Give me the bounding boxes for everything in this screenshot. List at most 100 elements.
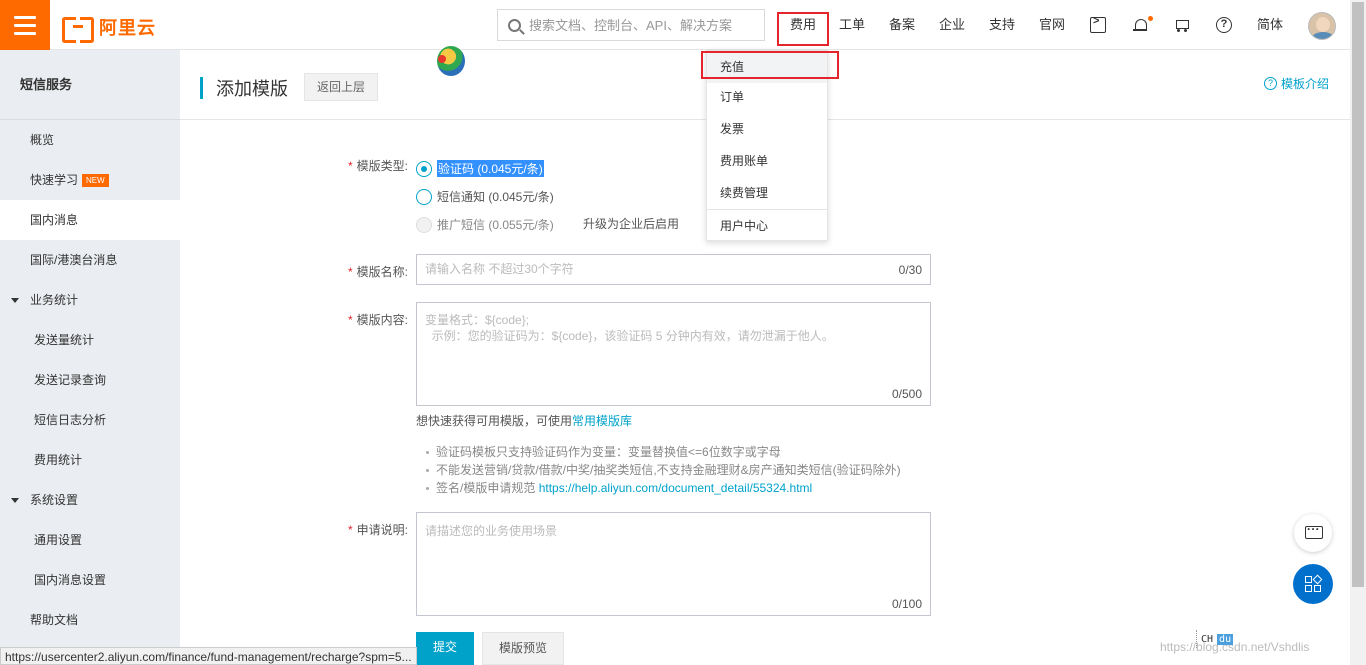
template-rules-list: 验证码模板只支持验证码作为变量：变量替换值<=6位数字或字母 不能发送营销/贷款… bbox=[424, 443, 901, 497]
watermark: https://blog.csdn.net/Vshdlis bbox=[1160, 640, 1310, 654]
sidebar-item-label: 发送记录查询 bbox=[34, 373, 107, 387]
sidebar-item-cost-stats[interactable]: 费用统计 bbox=[0, 440, 180, 480]
template-name-input[interactable] bbox=[425, 262, 922, 276]
upgrade-enterprise-link[interactable]: 升级为企业后启用 bbox=[583, 215, 679, 232]
sidebar-item-label: 概览 bbox=[30, 133, 55, 147]
sidebar-item-label: 发送量统计 bbox=[34, 333, 95, 347]
page-title: 添加模版 bbox=[216, 79, 288, 99]
sidebar: 短信服务 概览 快速学习 NEW 国内消息 国际/港澳台消息 业务统计 发送量统计… bbox=[0, 50, 180, 665]
title-accent-bar bbox=[200, 77, 203, 99]
radio-checked-icon bbox=[416, 160, 432, 177]
submit-button[interactable]: 提交 bbox=[416, 632, 474, 665]
status-bar-url: https://usercenter2.aliyun.com/finance/f… bbox=[0, 647, 417, 665]
radio-label: 推广短信 (0.055元/条) bbox=[437, 218, 554, 232]
user-avatar[interactable] bbox=[1308, 12, 1336, 40]
scrollbar-thumb[interactable] bbox=[1352, 2, 1364, 587]
sidebar-item-label: 国际/港澳台消息 bbox=[30, 253, 118, 267]
rule-item: 不能发送营销/贷款/借款/中奖/抽奖类短信,不支持金融理财&房产通知类短信(验证… bbox=[424, 461, 901, 479]
sidebar-item-help-docs[interactable]: 帮助文档 bbox=[0, 600, 180, 640]
chat-bubble-icon[interactable] bbox=[1294, 514, 1332, 552]
nav-filing[interactable]: 备案 bbox=[883, 0, 921, 50]
application-reason-label: * 申请说明: bbox=[347, 523, 408, 537]
sidebar-item-overview[interactable]: 概览 bbox=[0, 120, 180, 160]
sidebar-title: 短信服务 bbox=[0, 50, 180, 120]
nav-official-site[interactable]: 官网 bbox=[1033, 0, 1071, 50]
radio-disabled-icon bbox=[416, 216, 432, 233]
application-reason-textarea[interactable] bbox=[425, 522, 922, 592]
sidebar-item-label: 快速学习 bbox=[30, 173, 79, 187]
apps-grid-icon[interactable] bbox=[1293, 564, 1333, 604]
aliyun-logo-icon bbox=[62, 17, 94, 43]
template-name-label: * 模版名称: bbox=[347, 265, 408, 279]
menu-item-orders[interactable]: 订单 bbox=[707, 81, 827, 113]
application-reason-field[interactable]: 0/100 bbox=[416, 512, 931, 616]
cart-icon[interactable] bbox=[1174, 17, 1190, 33]
radio-icon bbox=[416, 188, 432, 205]
sidebar-item-label: 通用设置 bbox=[34, 533, 83, 547]
notification-bell-icon[interactable] bbox=[1133, 18, 1147, 32]
search-input[interactable] bbox=[529, 17, 759, 33]
nav-ticket[interactable]: 工单 bbox=[833, 0, 871, 50]
radio-label: 验证码 (0.045元/条) bbox=[437, 160, 544, 177]
sidebar-item-domestic-settings[interactable]: 国内消息设置 bbox=[0, 560, 180, 600]
back-button[interactable]: 返回上层 bbox=[304, 73, 378, 101]
template-library-link[interactable]: 常用模版库 bbox=[572, 414, 632, 428]
page-scrollbar[interactable] bbox=[1350, 0, 1366, 665]
menu-item-billing[interactable]: 费用账单 bbox=[707, 145, 827, 177]
sidebar-item-label: 短信日志分析 bbox=[34, 413, 107, 427]
fee-highlight-box bbox=[777, 12, 829, 46]
ime-mode: CH bbox=[1201, 633, 1214, 645]
rule-item: 签名/模版申请规范 https://help.aliyun.com/docume… bbox=[424, 479, 901, 497]
template-content-label: * 模版内容: bbox=[347, 313, 408, 327]
floating-widget-icon[interactable] bbox=[437, 46, 465, 76]
brand-name: 阿里云 bbox=[99, 18, 156, 38]
caret-down-icon bbox=[11, 298, 19, 303]
template-content-field[interactable]: 0/500 bbox=[416, 302, 931, 406]
sidebar-group-statistics[interactable]: 业务统计 bbox=[0, 280, 180, 320]
nav-support[interactable]: 支持 bbox=[983, 0, 1021, 50]
rules-doc-link[interactable]: https://help.aliyun.com/document_detail/… bbox=[539, 481, 813, 495]
name-char-counter: 0/30 bbox=[898, 263, 922, 277]
sidebar-item-send-records[interactable]: 发送记录查询 bbox=[0, 360, 180, 400]
notification-dot bbox=[1148, 16, 1153, 21]
radio-label: 短信通知 (0.045元/条) bbox=[437, 190, 554, 204]
menu-icon[interactable] bbox=[0, 0, 50, 50]
help-icon[interactable]: ? bbox=[1216, 17, 1232, 33]
menu-item-renewal[interactable]: 续费管理 bbox=[707, 177, 827, 209]
template-intro-label: 模板介绍 bbox=[1280, 77, 1329, 91]
sidebar-group-label: 业务统计 bbox=[30, 293, 79, 307]
sidebar-item-international[interactable]: 国际/港澳台消息 bbox=[0, 240, 180, 280]
sidebar-item-label: 费用统计 bbox=[34, 453, 83, 467]
rule-item: 验证码模板只支持验证码作为变量：变量替换值<=6位数字或字母 bbox=[424, 443, 901, 461]
sidebar-item-label: 帮助文档 bbox=[30, 613, 79, 627]
sidebar-item-general-settings[interactable]: 通用设置 bbox=[0, 520, 180, 560]
ime-indicator: CH du bbox=[1196, 630, 1234, 648]
caret-down-icon bbox=[11, 498, 19, 503]
sidebar-item-send-stats[interactable]: 发送量统计 bbox=[0, 320, 180, 360]
template-name-field[interactable]: 0/30 bbox=[416, 254, 931, 285]
radio-notification[interactable]: 短信通知 (0.045元/条) bbox=[416, 188, 554, 205]
template-preview-button[interactable]: 模版预览 bbox=[482, 632, 564, 665]
top-navbar: 阿里云 费用 工单 备案 企业 支持 官网 ? 简体 bbox=[0, 0, 1366, 50]
template-content-textarea[interactable] bbox=[425, 312, 922, 382]
terminal-icon[interactable] bbox=[1090, 15, 1106, 33]
sidebar-item-label: 国内消息设置 bbox=[34, 573, 107, 587]
search-icon bbox=[508, 18, 521, 32]
template-intro-link[interactable]: ? 模板介绍 bbox=[1263, 75, 1329, 92]
menu-item-user-center[interactable]: 用户中心 bbox=[707, 210, 827, 242]
sidebar-item-log-analysis[interactable]: 短信日志分析 bbox=[0, 400, 180, 440]
menu-item-invoices[interactable]: 发票 bbox=[707, 113, 827, 145]
new-badge: NEW bbox=[82, 174, 109, 188]
search-box[interactable] bbox=[497, 9, 765, 41]
radio-verification-code[interactable]: 验证码 (0.045元/条) bbox=[416, 160, 544, 177]
sidebar-item-quick-learn[interactable]: 快速学习 NEW bbox=[0, 160, 180, 200]
aliyun-logo[interactable]: 阿里云 bbox=[62, 14, 156, 43]
nav-enterprise[interactable]: 企业 bbox=[933, 0, 971, 50]
language-switch[interactable]: 简体 bbox=[1252, 0, 1288, 50]
reason-char-counter: 0/100 bbox=[891, 597, 922, 611]
sidebar-item-domestic[interactable]: 国内消息 bbox=[0, 200, 180, 240]
sidebar-group-settings[interactable]: 系统设置 bbox=[0, 480, 180, 520]
question-circle-icon: ? bbox=[1263, 77, 1277, 90]
content-char-counter: 0/500 bbox=[891, 387, 922, 401]
template-type-label: * 模版类型: bbox=[347, 159, 408, 173]
